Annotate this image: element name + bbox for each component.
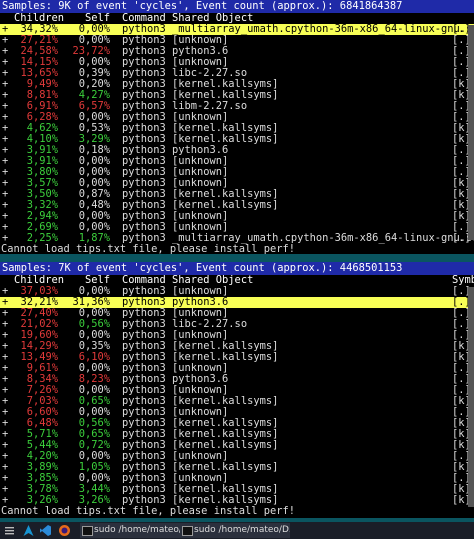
perf-report-window-2[interactable]: Samples: 7K of event 'cycles', Event cou… — [0, 262, 474, 518]
arch-launcher-icon[interactable] — [22, 524, 35, 537]
scrollbar[interactable] — [468, 287, 474, 507]
taskbar-terminal-2[interactable]: sudo /home/mateo/D... — [180, 523, 290, 538]
perf-report-window-1[interactable]: Samples: 9K of event 'cycles', Event cou… — [0, 0, 474, 254]
perf-row[interactable]: +3,89% 1,05% python3 [kernel.kallsyms] [k] — [0, 462, 474, 473]
shared-object-cell: _multiarray_umath.cpython-36m-x86_64-lin… — [172, 232, 474, 244]
children-percent: 3,26% — [26, 494, 58, 506]
menu-icon[interactable] — [3, 524, 16, 537]
task-label: sudo /home/mateo/D... — [194, 525, 290, 535]
perf-row[interactable]: +2,94% 0,00% python3 [unknown] [k] — [0, 211, 474, 222]
perf-row[interactable]: +2,25% 1,87% python3 _multiarray_umath.cpyt… — [0, 233, 474, 244]
command-cell: python3 — [122, 494, 166, 506]
scrollbar[interactable] — [468, 25, 474, 240]
perf-row[interactable]: +32,21% 31,36% python3 python3.6 [.] — [0, 297, 474, 308]
perf-row[interactable]: +6,91% 6,57% python3 libm-2.27.so [.] — [0, 101, 474, 112]
taskbar: sudo /home/mateo/D... sudo /home/mateo/D… — [0, 522, 474, 539]
perf-row[interactable]: +3,91% 0,00% python3 [unknown] [.] — [0, 156, 474, 167]
perf-row[interactable]: +24,58% 23,72% python3 python3.6 [.] — [0, 46, 474, 57]
perf-row[interactable]: +3,26% 3,26% python3 [kernel.kallsyms] [k] — [0, 495, 474, 506]
taskbar-terminal-1[interactable]: sudo /home/mateo/D... — [80, 523, 190, 538]
perf-row[interactable]: +27,21% 0,00% python3 [unknown] [.] — [0, 35, 474, 46]
perf-row[interactable]: +3,32% 0,48% python3 [kernel.kallsyms] [k] — [0, 200, 474, 211]
perf-row[interactable]: +3,80% 0,00% python3 [unknown] [.] — [0, 167, 474, 178]
shared-object-cell: [kernel.kallsyms] — [172, 494, 279, 506]
status-message: Cannot load tips.txt file, please instal… — [1, 505, 296, 517]
perf-rows: +34,32% 0,00% python3 _multiarray_umath.cpy… — [0, 24, 474, 244]
perf-row[interactable]: +9,61% 0,00% python3 [unknown] [.] — [0, 363, 474, 374]
browser-icon[interactable] — [58, 524, 71, 537]
perf-row[interactable]: +13,49% 6,10% python3 [kernel.kallsyms] [k] — [0, 352, 474, 363]
perf-row[interactable]: +4,10% 3,29% python3 [kernel.kallsyms] [k] — [0, 134, 474, 145]
vscode-icon[interactable] — [39, 524, 52, 537]
expand-marker: + — [2, 494, 9, 506]
task-label: sudo /home/mateo/D... — [94, 525, 190, 535]
self-percent: 3,26% — [78, 494, 110, 506]
desktop-background — [0, 254, 474, 262]
expand-marker: + — [2, 232, 9, 244]
perf-row[interactable]: +37,03% 0,00% python3 [unknown] [.] — [0, 286, 474, 297]
perf-row[interactable]: +34,32% 0,00% python3 _multiarray_umath.cpy… — [0, 24, 474, 35]
children-percent: 2,25% — [26, 232, 58, 244]
perf-rows: +37,03% 0,00% python3 [unknown] [.] +32,21% 31… — [0, 286, 474, 506]
status-message: Cannot load tips.txt file, please instal… — [1, 243, 296, 255]
terminal-icon — [82, 526, 93, 536]
column-header-row: Children Self Command Shared Object Symb — [0, 275, 474, 286]
perf-row[interactable]: +5,44% 0,72% python3 [kernel.kallsyms] [k] — [0, 440, 474, 451]
perf-row[interactable]: +7,03% 0,65% python3 [kernel.kallsyms] [k] — [0, 396, 474, 407]
command-cell: python3 — [122, 232, 166, 244]
perf-row[interactable]: +3,91% 0,18% python3 python3.6 [.] — [0, 145, 474, 156]
self-percent: 1,87% — [78, 232, 110, 244]
terminal-icon — [182, 526, 193, 536]
perf-row[interactable]: +8,34% 8,23% python3 python3.6 [.] — [0, 374, 474, 385]
perf-row[interactable]: +21,02% 0,56% python3 libc-2.27.so [.] — [0, 319, 474, 330]
